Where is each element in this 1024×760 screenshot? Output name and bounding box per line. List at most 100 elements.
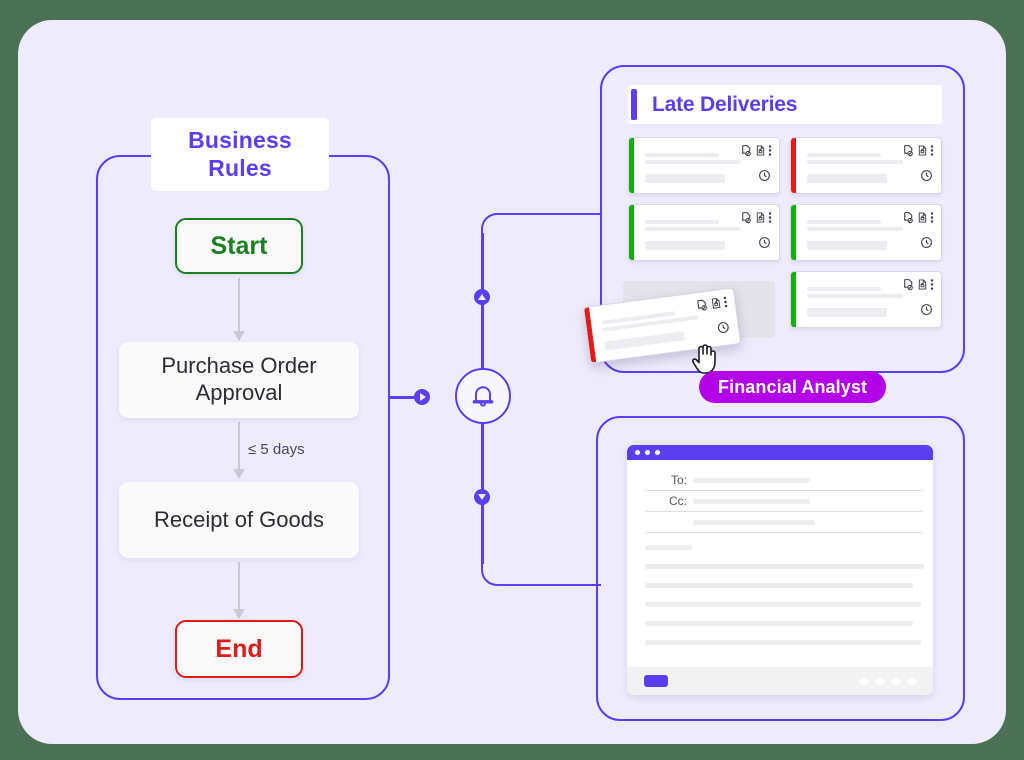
card-icon-group[interactable] (902, 278, 934, 291)
card-placeholder-block (807, 174, 887, 183)
clock-icon (759, 170, 770, 181)
flow-arrow-start-to-po (233, 278, 245, 341)
email-compose-window[interactable]: To: Cc: (627, 445, 933, 695)
email-field-cc-value (693, 498, 810, 504)
card-status-stripe (629, 138, 634, 193)
card-placeholder-line (807, 227, 903, 231)
card-clock-wrap (758, 236, 771, 254)
clock-icon (921, 237, 932, 248)
email-field-to[interactable]: To: (645, 470, 923, 491)
delivery-card[interactable] (790, 204, 942, 261)
flow-edge-label-5-days: ≤ 5 days (248, 441, 305, 458)
document-lock-icon (918, 145, 927, 156)
delivery-card[interactable] (628, 137, 780, 194)
footer-dot[interactable] (908, 677, 916, 685)
flow-node-end[interactable]: End (175, 620, 303, 678)
card-placeholder-block (807, 241, 887, 250)
clock-icon (759, 237, 770, 248)
flow-node-receipt-of-goods[interactable]: Receipt of Goods (119, 482, 359, 558)
document-lock-icon (918, 279, 927, 290)
window-dot[interactable] (655, 450, 660, 455)
clock-icon (717, 322, 729, 333)
card-icon-group[interactable] (902, 144, 934, 157)
card-placeholder-line (807, 153, 881, 157)
connector-node-down[interactable] (474, 489, 490, 505)
flow-node-end-label: End (215, 634, 263, 663)
header-accent-bar (631, 89, 637, 120)
notification-bell-button[interactable] (455, 368, 511, 424)
play-triangle-right-icon (420, 393, 426, 401)
card-placeholder-line (645, 160, 741, 164)
card-icon-group[interactable] (740, 144, 772, 157)
screenshot-root: Business Rules Start Purchase Order Appr… (0, 0, 1024, 760)
more-vertical-icon (723, 296, 728, 308)
card-icon-group[interactable] (695, 295, 728, 312)
footer-dot[interactable] (876, 677, 884, 685)
clock-icon (921, 304, 932, 315)
card-placeholder-line (645, 153, 719, 157)
late-deliveries-header: Late Deliveries (628, 85, 942, 124)
document-lock-icon (756, 212, 765, 223)
card-status-stripe (791, 205, 796, 260)
footer-action-dots (860, 677, 916, 685)
email-field-subject[interactable] (645, 512, 923, 533)
email-body-line (645, 602, 922, 607)
email-body: To: Cc: (627, 470, 933, 650)
card-status-stripe (791, 138, 796, 193)
card-clock-wrap (716, 320, 731, 340)
document-lock-icon (711, 298, 721, 309)
email-body-line (645, 583, 913, 588)
email-field-cc[interactable]: Cc: (645, 491, 923, 512)
card-placeholder-block (604, 331, 686, 351)
late-deliveries-title: Late Deliveries (652, 92, 798, 116)
email-window-titlebar (627, 445, 933, 460)
email-field-cc-label: Cc: (669, 494, 687, 508)
document-link-icon (742, 145, 751, 157)
more-vertical-icon (930, 212, 934, 223)
document-link-icon (697, 299, 707, 311)
document-lock-icon (756, 145, 765, 156)
email-message-body[interactable] (645, 545, 924, 645)
connector-node-up[interactable] (474, 289, 490, 305)
flow-arrow-rog-to-end (233, 562, 245, 619)
card-clock-wrap (758, 169, 771, 187)
window-dot[interactable] (635, 450, 640, 455)
role-badge-financial-analyst[interactable]: Financial Analyst (699, 371, 887, 403)
card-icon-group[interactable] (740, 211, 772, 224)
flow-node-start[interactable]: Start (175, 218, 303, 274)
email-footer-toolbar (627, 667, 933, 695)
send-button[interactable] (644, 675, 668, 687)
email-body-line (645, 545, 692, 550)
card-clock-wrap (920, 236, 933, 254)
flow-node-rog-label: Receipt of Goods (154, 506, 324, 532)
document-link-icon (904, 212, 913, 224)
card-placeholder-block (645, 241, 725, 250)
card-status-stripe (584, 307, 597, 363)
document-link-icon (904, 145, 913, 157)
card-placeholder-line (645, 220, 719, 224)
clock-icon (921, 170, 932, 181)
delivery-card[interactable] (628, 204, 780, 261)
window-dot[interactable] (645, 450, 650, 455)
document-lock-icon (918, 212, 927, 223)
connector-node-left[interactable] (414, 389, 430, 405)
email-field-to-label: To: (670, 473, 687, 487)
main-canvas: Business Rules Start Purchase Order Appr… (18, 20, 1006, 744)
document-link-icon (904, 279, 913, 291)
footer-dot[interactable] (892, 677, 900, 685)
card-placeholder-line (807, 220, 881, 224)
card-placeholder-block (807, 308, 887, 317)
delivery-card[interactable] (790, 271, 942, 328)
card-clock-wrap (920, 303, 933, 321)
email-body-line (645, 640, 922, 645)
email-field-subject-value (693, 519, 815, 525)
card-icon-group[interactable] (902, 211, 934, 224)
more-vertical-icon (930, 279, 934, 290)
document-link-icon (742, 212, 751, 224)
footer-dot[interactable] (860, 677, 868, 685)
card-placeholder-line (807, 160, 903, 164)
flow-node-purchase-order-approval[interactable]: Purchase Order Approval (119, 342, 359, 418)
connector-corner-top-right (481, 213, 601, 235)
card-placeholder-line (645, 227, 741, 231)
delivery-card[interactable] (790, 137, 942, 194)
